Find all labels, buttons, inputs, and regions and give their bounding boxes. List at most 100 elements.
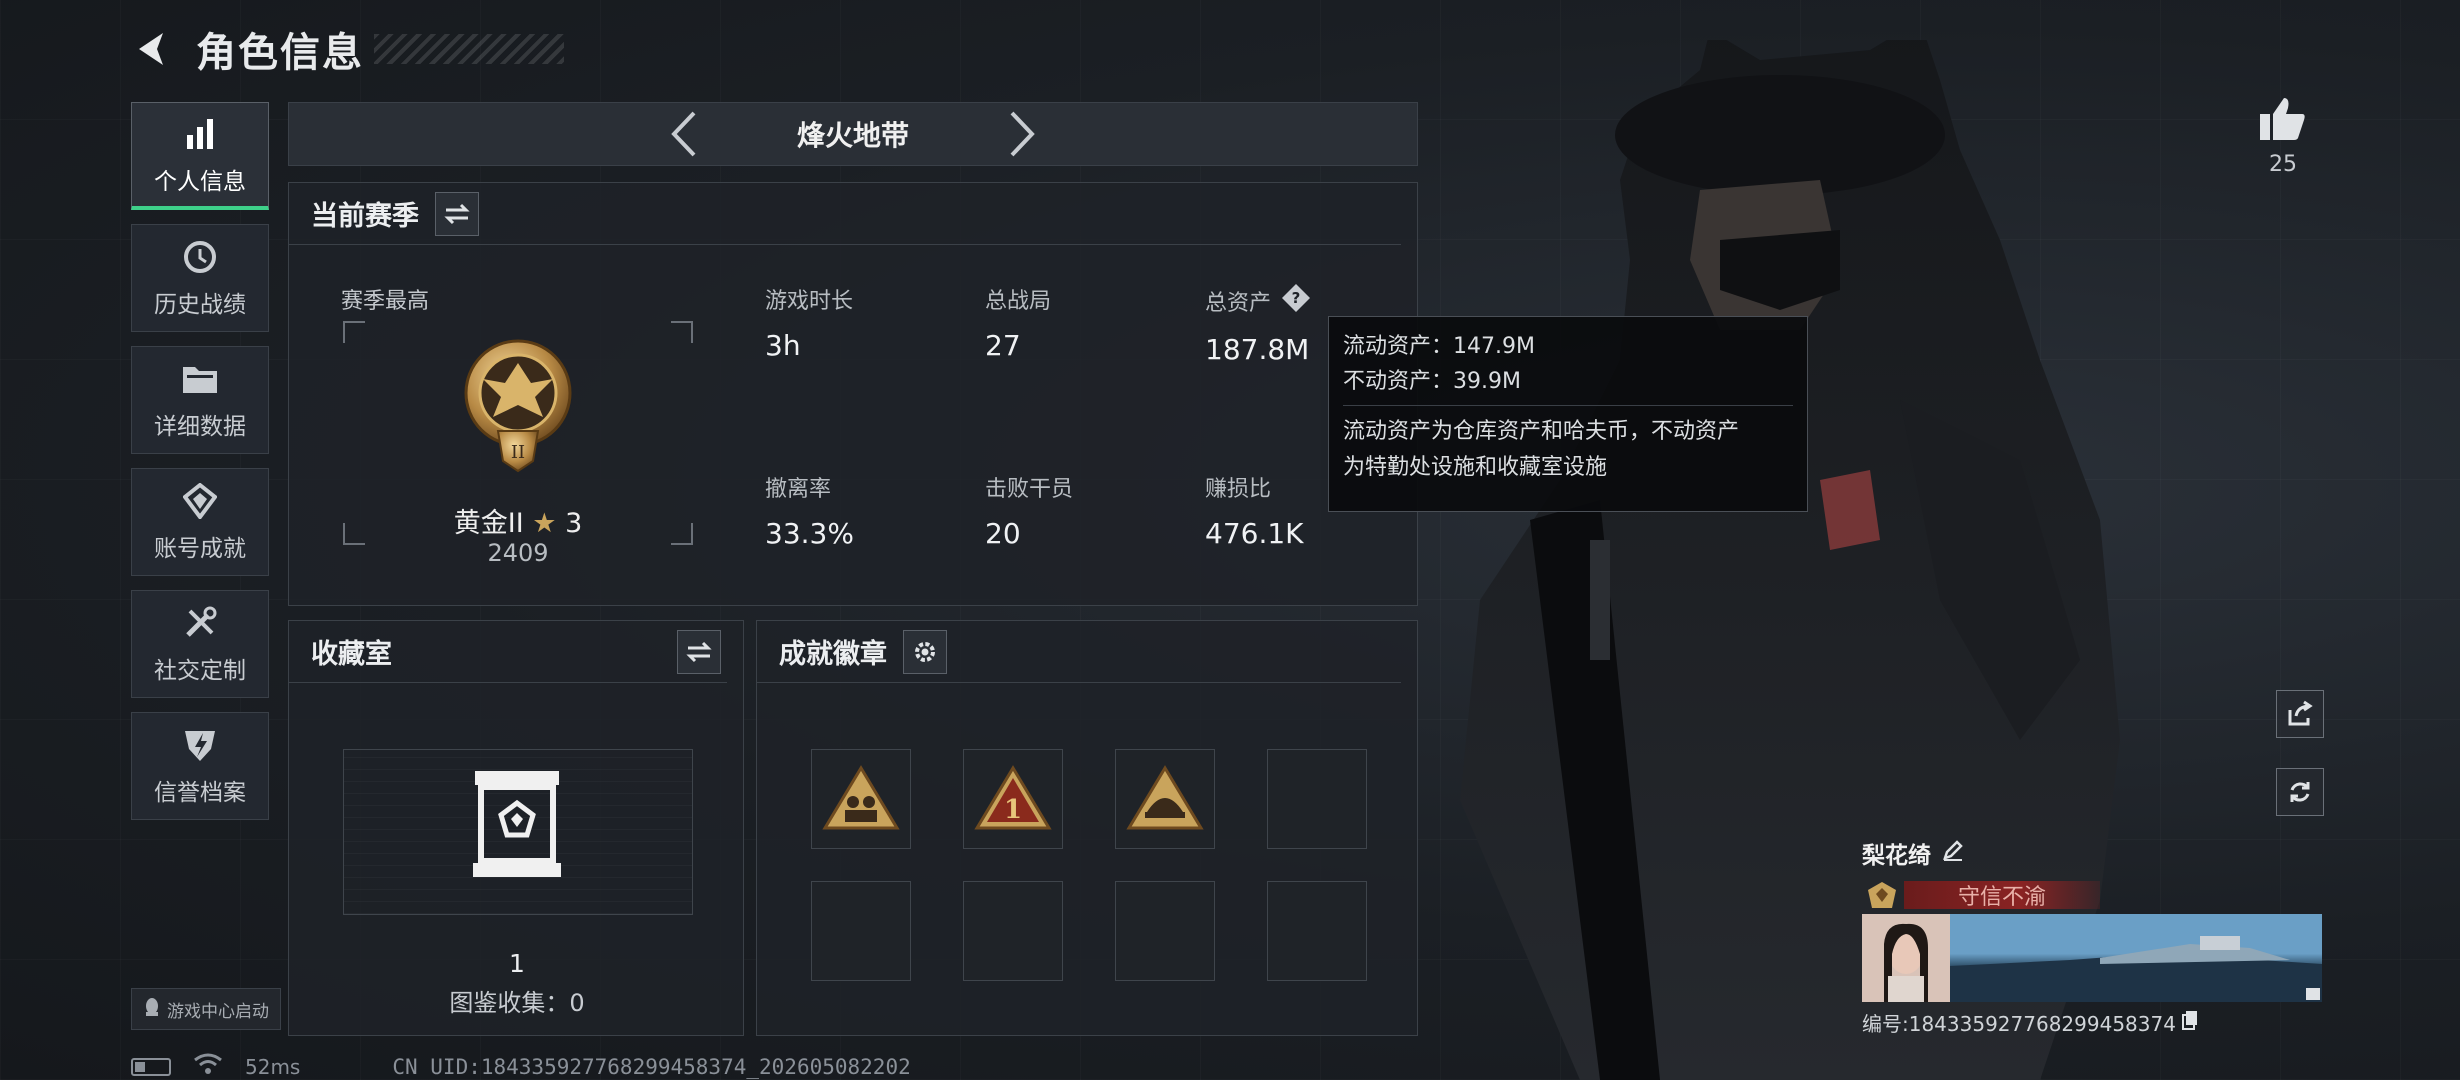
season-panel: 当前赛季 赛季最高 II 黄金II ★ 3 2409 游戏时长 3h 总战局 2… <box>288 182 1418 606</box>
gold-rank-badge-icon: II <box>464 339 572 473</box>
stat-label: 总资产 <box>1205 291 1272 316</box>
mode-next-button[interactable] <box>1003 109 1043 159</box>
sidebar-item-credit-record[interactable]: 信誉档案 <box>131 712 269 820</box>
player-name-row: 梨花绮 <box>1862 836 2324 870</box>
badges-title: 成就徽章 <box>779 639 887 670</box>
season-header: 当前赛季 <box>289 183 1401 245</box>
status-bar: 52ms CN UID:184335927768299458374_202605… <box>131 1052 911 1080</box>
vault-collection-label: 图鉴收集：0 <box>449 989 585 1017</box>
badge-slot-empty[interactable] <box>963 881 1063 981</box>
tooltip-desc-line2: 为特勤处设施和收藏室设施 <box>1343 454 1608 480</box>
player-uid: 编号:184335927768299458374 <box>1862 1012 2176 1036</box>
stat-value: 27 <box>985 329 1021 362</box>
rank-name: 黄金II <box>453 508 524 539</box>
mode-selector: 烽火地带 <box>288 102 1418 166</box>
ping-value: 52ms <box>245 1054 301 1079</box>
svg-text:?: ? <box>1292 289 1301 307</box>
badge-slot[interactable] <box>1115 749 1215 849</box>
folder-icon <box>180 359 220 399</box>
likes[interactable]: 25 <box>2258 96 2308 177</box>
stat-play-time: 游戏时长 3h <box>765 283 853 362</box>
wifi-icon <box>193 1052 223 1080</box>
sidebar-item-achievements[interactable]: 账号成就 <box>131 468 269 576</box>
top-bar: 角色信息 <box>130 20 564 78</box>
badges-header: 成就徽章 <box>757 621 1401 683</box>
sidebar-item-label: 详细数据 <box>154 414 246 440</box>
sidebar-item-history[interactable]: 历史战绩 <box>131 224 269 332</box>
helmet-badge-icon <box>1126 765 1204 830</box>
assets-tooltip: 流动资产：147.9M 不动资产：39.9M 流动资产为仓库资产和哈夫币，不动资… <box>1328 316 1808 512</box>
refresh-button[interactable] <box>2276 768 2324 816</box>
swap-icon <box>444 203 470 224</box>
back-arrow-icon[interactable] <box>130 26 176 72</box>
player-card[interactable] <box>1862 914 2324 1002</box>
player-title-banner[interactable]: 守信不渝 <box>1904 881 2100 910</box>
badge-slot-empty[interactable] <box>1267 749 1367 849</box>
title-decoration <box>374 34 564 64</box>
stat-label: 游戏时长 <box>765 289 854 314</box>
badge-slot-empty[interactable] <box>1115 881 1215 981</box>
name-card-image[interactable] <box>1950 914 2322 1002</box>
title-emblem-icon <box>1868 882 1896 908</box>
sidebar-item-detailed-data[interactable]: 详细数据 <box>131 346 269 454</box>
game-center-launch-button[interactable]: 游戏中心启动 <box>131 988 281 1030</box>
badge-slot-empty[interactable] <box>811 881 911 981</box>
vault-case-icon <box>473 771 561 877</box>
battery-icon <box>131 1057 171 1076</box>
sidebar: 个人信息 历史战绩 详细数据 账号成就 社交定制 信誉档案 <box>131 102 269 834</box>
stat-label: 撤离率 <box>765 477 832 502</box>
stat-value: 3h <box>765 329 801 362</box>
badge-slot[interactable] <box>811 749 911 849</box>
rank-score: 2409 <box>487 539 549 567</box>
thumbs-up-icon[interactable] <box>2258 96 2308 142</box>
qq-icon <box>143 997 161 1022</box>
stat-kills: 击败干员 20 <box>985 471 1073 550</box>
stat-value: 187.8M <box>1205 333 1310 366</box>
season-title: 当前赛季 <box>311 201 419 232</box>
sidebar-item-label: 账号成就 <box>154 536 246 562</box>
title-row: 守信不渝 <box>1862 880 2324 910</box>
sidebar-item-social-custom[interactable]: 社交定制 <box>131 590 269 698</box>
badges-settings-button[interactable] <box>903 629 947 674</box>
copy-icon[interactable] <box>2181 1010 2198 1035</box>
stat-value: 20 <box>985 517 1021 550</box>
player-name: 梨花绮 <box>1862 843 1931 869</box>
squad-badge-icon <box>822 765 900 830</box>
vault-switch-button[interactable] <box>677 629 721 674</box>
tooltip-desc-line1: 流动资产为仓库资产和哈夫币，不动资产 <box>1343 419 1740 445</box>
tools-icon <box>180 603 220 643</box>
star-icon: ★ <box>532 508 557 539</box>
mode-prev-button[interactable] <box>663 109 703 159</box>
badge-slot[interactable]: 1 <box>963 749 1063 849</box>
player-profile: 梨花绮 守信不渝 编号:184335927768299458374 <box>1862 836 2324 1037</box>
gear-icon <box>915 641 935 662</box>
edit-icon[interactable] <box>1941 838 1965 868</box>
season-switch-button[interactable] <box>435 191 479 236</box>
season-best-label: 赛季最高 <box>341 289 430 314</box>
vault-title: 收藏室 <box>311 639 392 670</box>
credit-shield-icon <box>180 725 220 765</box>
svg-text:1: 1 <box>1004 795 1022 825</box>
vault-panel: 收藏室 1 图鉴收集：0 <box>288 620 744 1036</box>
uid-line: CN UID:184335927768299458374_20260508220… <box>392 1054 911 1079</box>
refresh-icon <box>2290 782 2310 802</box>
help-icon[interactable]: ? <box>1281 283 1311 319</box>
sidebar-item-personal-info[interactable]: 个人信息 <box>131 102 269 210</box>
sidebar-item-label: 信誉档案 <box>154 780 246 806</box>
badge-slot-empty[interactable] <box>1267 881 1367 981</box>
page-title: 角色信息 <box>196 30 364 76</box>
rank-stars: 3 <box>565 508 583 539</box>
share-button[interactable] <box>2276 690 2324 738</box>
share-icon <box>2288 700 2313 726</box>
sidebar-item-label: 社交定制 <box>154 658 246 684</box>
stat-label: 赚损比 <box>1205 477 1272 502</box>
stat-profit-ratio: 赚损比 476.1K <box>1205 471 1304 550</box>
stat-value: 476.1K <box>1205 517 1304 550</box>
likes-count: 25 <box>2269 152 2297 177</box>
avatar[interactable] <box>1862 914 1950 1002</box>
achievement-icon <box>180 481 220 521</box>
launch-label: 游戏中心启动 <box>167 1001 269 1022</box>
player-uid-row: 编号:184335927768299458374 <box>1862 1008 2324 1037</box>
achievement-badges-panel: 成就徽章 1 <box>756 620 1418 1036</box>
tooltip-fixed-assets: 不动资产：39.9M <box>1343 369 1521 395</box>
